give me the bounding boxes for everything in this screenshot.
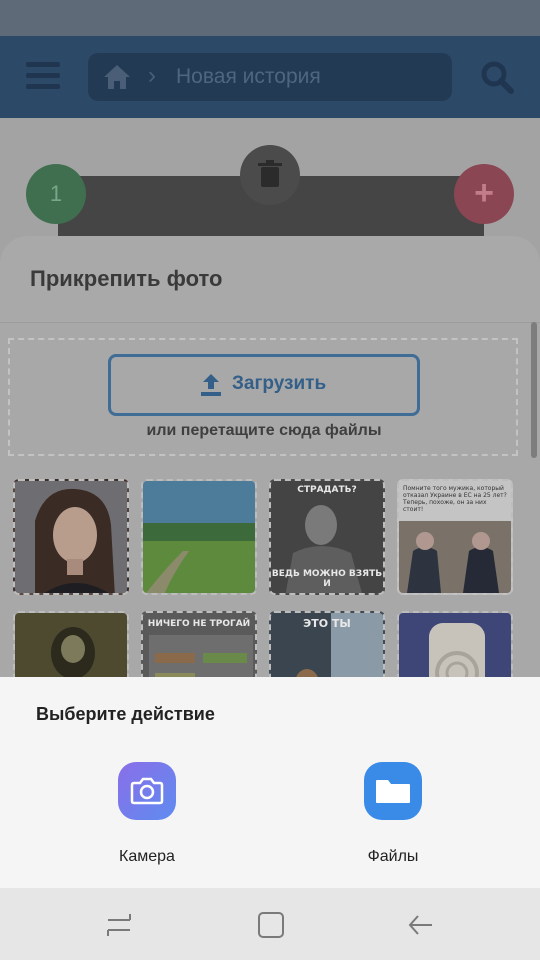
- trash-icon: [258, 160, 282, 187]
- post-caption: Помните того мужика, который отказал Укр…: [403, 485, 507, 513]
- status-bar: [0, 0, 540, 36]
- meme-top-text: НИЧЕГО НЕ ТРОГАЙ: [147, 619, 251, 629]
- search-icon[interactable]: [480, 60, 514, 94]
- upload-label: Загрузить: [232, 373, 327, 394]
- scrollbar[interactable]: [531, 322, 537, 458]
- home-nav-icon[interactable]: [256, 910, 286, 940]
- chooser-title: Выберите действие: [36, 704, 215, 724]
- files-action-button[interactable]: [364, 762, 422, 820]
- photo-thumbnail[interactable]: [13, 479, 129, 595]
- camera-icon: [130, 777, 164, 805]
- meme-top-text: СТРАДАТЬ?: [297, 485, 357, 495]
- photo-thumbnail[interactable]: [141, 479, 257, 595]
- drop-hint: или перетащите сюда файлы: [146, 422, 382, 439]
- delete-button[interactable]: [240, 145, 300, 205]
- home-icon[interactable]: [102, 63, 132, 91]
- photo-thumbnail[interactable]: Помните того мужика, который отказал Укр…: [397, 479, 513, 595]
- camera-action-button[interactable]: [118, 762, 176, 820]
- photo-thumbnail[interactable]: СТРАДАТЬ? ВЕДЬ МОЖНО ВЗЯТЬ И: [269, 479, 385, 595]
- breadcrumb-separator: ›: [148, 62, 156, 89]
- camera-action-label: Камера: [119, 848, 175, 865]
- add-button[interactable]: +: [454, 164, 514, 224]
- back-icon[interactable]: [406, 910, 436, 940]
- meme-top-text: ЭТО ТЫ: [303, 617, 351, 630]
- meme-bottom-text: ВЕДЬ МОЖНО ВЗЯТЬ И: [271, 569, 383, 589]
- folder-icon: [376, 780, 410, 803]
- counter-button[interactable]: 1: [26, 164, 86, 224]
- menu-icon[interactable]: [26, 62, 60, 90]
- page-title: Новая история: [176, 65, 321, 88]
- sheet-title: Прикрепить фото: [30, 266, 223, 291]
- recent-apps-icon[interactable]: [104, 910, 134, 940]
- files-action-label: Файлы: [367, 848, 419, 865]
- upload-icon: [198, 372, 224, 398]
